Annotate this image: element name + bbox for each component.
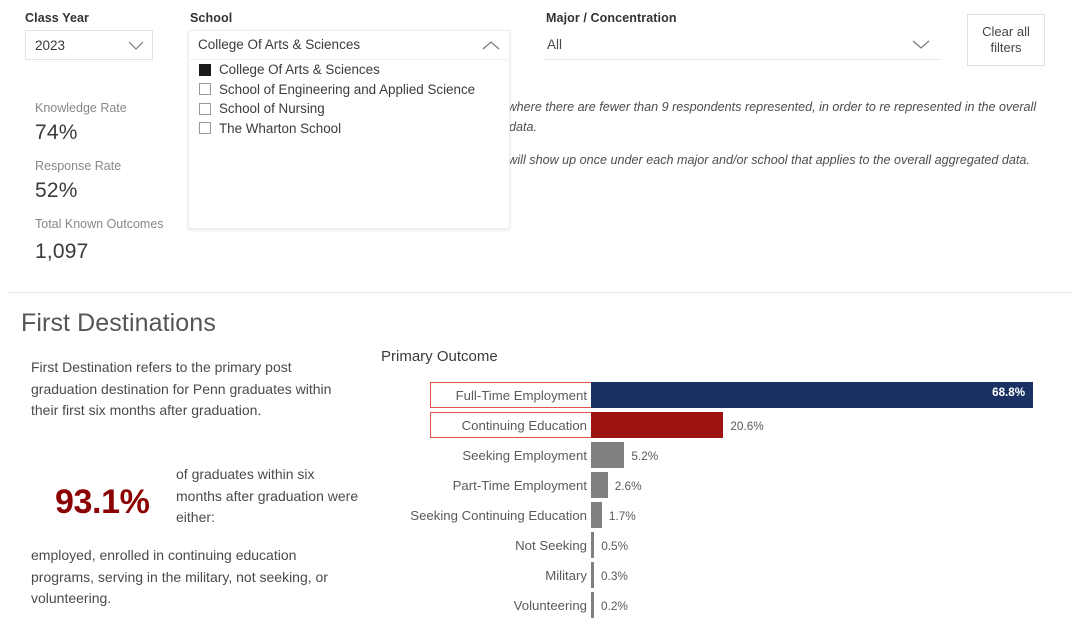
chart-bar-row[interactable]: Continuing Education 20.6% <box>381 410 1071 440</box>
clear-all-filters-label: Clear all filters <box>982 24 1030 55</box>
major-concentration-value: All <box>547 37 563 52</box>
primary-outcome-chart: Primary Outcome Full-Time Employment 68.8… <box>381 348 1071 638</box>
chart-bar-value: 20.6% <box>730 419 764 433</box>
chart-bar-value: 0.3% <box>601 569 628 583</box>
chevron-up-icon <box>482 41 500 50</box>
chart-bar-value: 2.6% <box>614 479 642 493</box>
chart-bar-label: Continuing Education <box>461 417 587 433</box>
chart-bar-row[interactable]: Not Seeking 0.5% <box>381 530 1071 560</box>
chart-title: Primary Outcome <box>381 348 498 365</box>
chart-bar-row[interactable]: Military 0.3% <box>381 560 1071 590</box>
chart-bar-label: Full-Time Employment <box>455 387 587 403</box>
chart-bar[interactable] <box>591 592 594 618</box>
outro-paragraph: employed, enrolled in continuing educati… <box>31 547 328 606</box>
chart-bar-value: 1.7% <box>608 509 636 523</box>
school-option-label: School of Engineering and Applied Scienc… <box>219 81 476 97</box>
school-option-list: College Of Arts & Sciences School of Eng… <box>189 60 509 138</box>
headline-statistic: 93.1% <box>55 483 150 521</box>
chart-plot-area: Full-Time Employment 68.8% Continuing Educ… <box>381 380 1071 620</box>
metric-label-knowledge-rate: Knowledge Rate <box>35 101 127 115</box>
metric-label-response-rate: Response Rate <box>35 159 122 173</box>
metric-value-total-known-outcomes: 1,097 <box>35 240 89 263</box>
chart-bar[interactable] <box>591 562 594 588</box>
chart-bar[interactable] <box>591 472 608 498</box>
chart-bar-label: Part-Time Employment <box>452 477 587 493</box>
chart-bar-value: 0.2% <box>601 599 628 613</box>
chart-bar-value: 0.5% <box>601 539 629 553</box>
chart-bar[interactable] <box>591 412 724 438</box>
school-option-wharton[interactable]: The Wharton School <box>189 119 509 139</box>
checkbox-unchecked-icon[interactable] <box>199 83 211 96</box>
chart-bar[interactable] <box>591 502 602 528</box>
chart-bar-label: Not Seeking <box>515 537 587 553</box>
chart-bar-row[interactable]: Seeking Continuing Education 1.7% <box>381 500 1071 530</box>
school-dropdown[interactable]: College Of Arts & Sciences College Of Ar… <box>188 30 510 229</box>
chart-bar-label: Military <box>545 567 587 583</box>
page-title: First Destinations <box>21 309 216 337</box>
school-option-college-of-arts-sciences[interactable]: College Of Arts & Sciences <box>189 60 509 80</box>
school-option-label: The Wharton School <box>219 120 342 136</box>
chart-bar-row[interactable]: Full-Time Employment 68.8% <box>381 380 1071 410</box>
first-destinations-section: First Destinations First Destination ref… <box>0 293 1080 638</box>
class-year-label: Class Year <box>25 11 90 25</box>
school-option-engineering-applied-science[interactable]: School of Engineering and Applied Scienc… <box>189 80 509 100</box>
major-concentration-label: Major / Concentration <box>546 11 677 25</box>
school-label: School <box>190 11 233 25</box>
chart-bar[interactable] <box>591 382 1033 408</box>
school-option-nursing[interactable]: School of Nursing <box>189 99 509 119</box>
metric-value-response-rate: 52% <box>35 179 78 202</box>
chart-bar-label: Volunteering <box>513 597 587 613</box>
chart-bar-value: 68.8% <box>992 386 1025 399</box>
checkbox-unchecked-icon[interactable] <box>199 122 211 135</box>
chart-bar-row[interactable]: Part-Time Employment 2.6% <box>381 470 1071 500</box>
checkbox-unchecked-icon[interactable] <box>199 102 211 115</box>
class-year-dropdown[interactable]: 2023 <box>25 30 153 60</box>
school-option-label: College Of Arts & Sciences <box>219 62 380 78</box>
class-year-value: 2023 <box>35 38 66 53</box>
chevron-down-icon <box>912 40 930 49</box>
metric-label-total-known-outcomes: Total Known Outcomes <box>35 217 164 231</box>
chevron-down-icon <box>128 41 144 50</box>
intro-paragraph: First Destination refers to the primary … <box>31 359 332 418</box>
school-selected-value: College Of Arts & Sciences <box>198 37 361 52</box>
chart-bar-row[interactable]: Seeking Employment 5.2% <box>381 440 1071 470</box>
metric-value-knowledge-rate: 74% <box>35 121 78 144</box>
school-option-label: School of Nursing <box>219 101 325 117</box>
chart-bar-label: Seeking Employment <box>462 447 587 463</box>
chart-bar[interactable] <box>591 442 625 468</box>
filter-bar: Class Year 2023 School College Of Arts &… <box>0 0 1080 293</box>
clear-all-filters-button[interactable]: Clear all filters <box>967 14 1045 66</box>
major-concentration-dropdown[interactable]: All <box>544 30 940 60</box>
chart-bar-row[interactable]: Volunteering 0.2% <box>381 590 1071 620</box>
chart-bar-label: Seeking Continuing Education <box>410 507 587 523</box>
chart-bar-value: 5.2% <box>631 449 659 463</box>
checkbox-checked-icon[interactable] <box>199 63 211 76</box>
school-dropdown-header[interactable]: College Of Arts & Sciences <box>189 31 509 60</box>
chart-bar[interactable] <box>591 532 595 558</box>
